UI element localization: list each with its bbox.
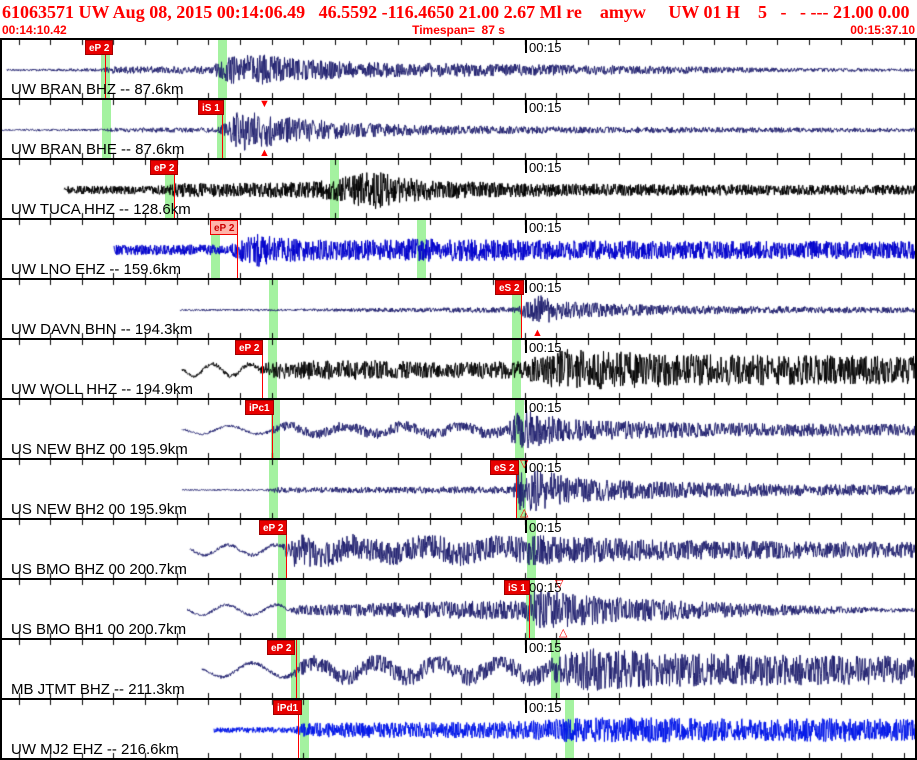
pick-label[interactable]: eP 2 bbox=[150, 160, 179, 175]
minute-label: 00:15 bbox=[529, 520, 562, 535]
station-label: UW BRAN BHZ -- 87.6km bbox=[11, 81, 184, 98]
trace-row-5[interactable]: 00:15 eS 2 ▲ UW DAVN BHN -- 194.3km bbox=[2, 280, 915, 340]
amplitude-marker: ▲ bbox=[532, 327, 543, 339]
station-label: MB JTMT BHZ -- 211.3km bbox=[11, 681, 185, 698]
pick-label[interactable]: eP 2 bbox=[259, 520, 288, 535]
amplitude-marker: ▼ bbox=[259, 100, 270, 110]
station-label: UW TUCA HHZ -- 128.6km bbox=[11, 201, 191, 218]
amplitude-marker: ▲ bbox=[259, 147, 270, 159]
minute-label: 00:15 bbox=[529, 220, 562, 235]
minute-label: 00:15 bbox=[529, 460, 562, 475]
minute-tick bbox=[525, 400, 527, 413]
minute-tick bbox=[525, 700, 527, 713]
time-window-bar: 00:14:10.42 Timespan= 87 s 00:15:37.10 bbox=[0, 24, 917, 38]
station-label: US BMO BHZ 00 200.7km bbox=[11, 561, 187, 578]
trace-row-3[interactable]: 00:15 eP 2 UW TUCA HHZ -- 128.6km bbox=[2, 160, 915, 220]
minute-tick bbox=[525, 640, 527, 653]
minute-label: 00:15 bbox=[529, 340, 562, 355]
event-header-line: 61063571 UW Aug 08, 2015 00:14:06.49 46.… bbox=[2, 2, 910, 22]
minute-label: 00:15 bbox=[529, 280, 562, 295]
station-label: US NEW BHZ 00 195.9km bbox=[11, 441, 188, 458]
station-label: UW LNO EHZ -- 159.6km bbox=[11, 261, 182, 278]
pick-label[interactable]: eP 2 bbox=[267, 640, 296, 655]
station-label: UW BRAN BHE -- 87.6km bbox=[11, 141, 185, 158]
amplitude-marker: △ bbox=[520, 507, 529, 519]
trace-row-7[interactable]: 00:15 iPc1 US NEW BHZ 00 195.9km bbox=[2, 400, 915, 460]
pick-label[interactable]: eP 2 bbox=[235, 340, 264, 355]
window-start-time: 00:14:10.42 bbox=[2, 23, 67, 37]
amplitude-marker: ▽ bbox=[555, 580, 564, 590]
minute-label: 00:15 bbox=[529, 100, 562, 115]
station-label: UW WOLL HHZ -- 194.9km bbox=[11, 381, 193, 398]
amplitude-marker: △ bbox=[559, 627, 568, 639]
pick-label[interactable]: iS 1 bbox=[198, 100, 224, 115]
minute-tick bbox=[525, 100, 527, 113]
minute-label: 00:15 bbox=[529, 700, 562, 715]
minute-tick bbox=[525, 340, 527, 353]
minute-label: 00:15 bbox=[529, 640, 562, 655]
station-label: UW MJ2 EHZ -- 216.6km bbox=[11, 741, 179, 758]
station-label: UW DAVN BHN -- 194.3km bbox=[11, 321, 193, 338]
minute-tick bbox=[525, 280, 527, 293]
trace-row-4[interactable]: 00:15 eP 2 UW LNO EHZ -- 159.6km bbox=[2, 220, 915, 280]
pick-label[interactable]: iS 1 bbox=[504, 580, 530, 595]
trace-row-1[interactable]: 00:15 eP 2 UW BRAN BHZ -- 87.6km bbox=[2, 40, 915, 100]
trace-row-6[interactable]: 00:15 eP 2 UW WOLL HHZ -- 194.9km bbox=[2, 340, 915, 400]
pick-label[interactable]: iPd1 bbox=[273, 700, 303, 715]
minute-tick bbox=[525, 520, 527, 533]
station-label: US BMO BH1 00 200.7km bbox=[11, 621, 187, 638]
trace-plot-area: 00:15 eP 2 UW BRAN BHZ -- 87.6km 00:15 iS 1 ▼… bbox=[0, 38, 917, 760]
pick-time-line[interactable] bbox=[296, 640, 297, 698]
pick-label[interactable]: eS 2 bbox=[495, 280, 524, 295]
window-end-time: 00:15:37.10 bbox=[850, 23, 915, 37]
minute-label: 00:15 bbox=[529, 160, 562, 175]
minute-tick bbox=[525, 160, 527, 173]
amplitude-marker: ▽ bbox=[520, 460, 529, 470]
minute-tick bbox=[525, 220, 527, 233]
trace-row-11[interactable]: 00:15 eP 2 MB JTMT BHZ -- 211.3km bbox=[2, 640, 915, 700]
timespan-label: Timespan= 87 s bbox=[412, 23, 505, 37]
pick-label[interactable]: eS 2 bbox=[490, 460, 519, 475]
trace-row-2[interactable]: 00:15 iS 1 ▼ ▲ UW BRAN BHE -- 87.6km bbox=[2, 100, 915, 160]
pick-label[interactable]: iPc1 bbox=[245, 400, 274, 415]
trace-row-10[interactable]: 00:15 iS 1 ▽ △ US BMO BH1 00 200.7km bbox=[2, 580, 915, 640]
trace-row-12[interactable]: 00:15 iPd1 UW MJ2 EHZ -- 216.6km bbox=[2, 700, 915, 760]
trace-row-8[interactable]: 00:15 eS 2 ▽ △ US NEW BH2 00 195.9km bbox=[2, 460, 915, 520]
minute-label: 00:15 bbox=[529, 400, 562, 415]
minute-tick bbox=[525, 40, 527, 53]
station-label: US NEW BH2 00 195.9km bbox=[11, 501, 187, 518]
seismogram-viewer-window: 61063571 UW Aug 08, 2015 00:14:06.49 46.… bbox=[0, 0, 917, 760]
trace-row-9[interactable]: 00:15 eP 2 US BMO BHZ 00 200.7km bbox=[2, 520, 915, 580]
pick-label[interactable]: eP 2 bbox=[85, 40, 114, 55]
minute-label: 00:15 bbox=[529, 40, 562, 55]
pick-label[interactable]: eP 2 bbox=[210, 220, 239, 235]
